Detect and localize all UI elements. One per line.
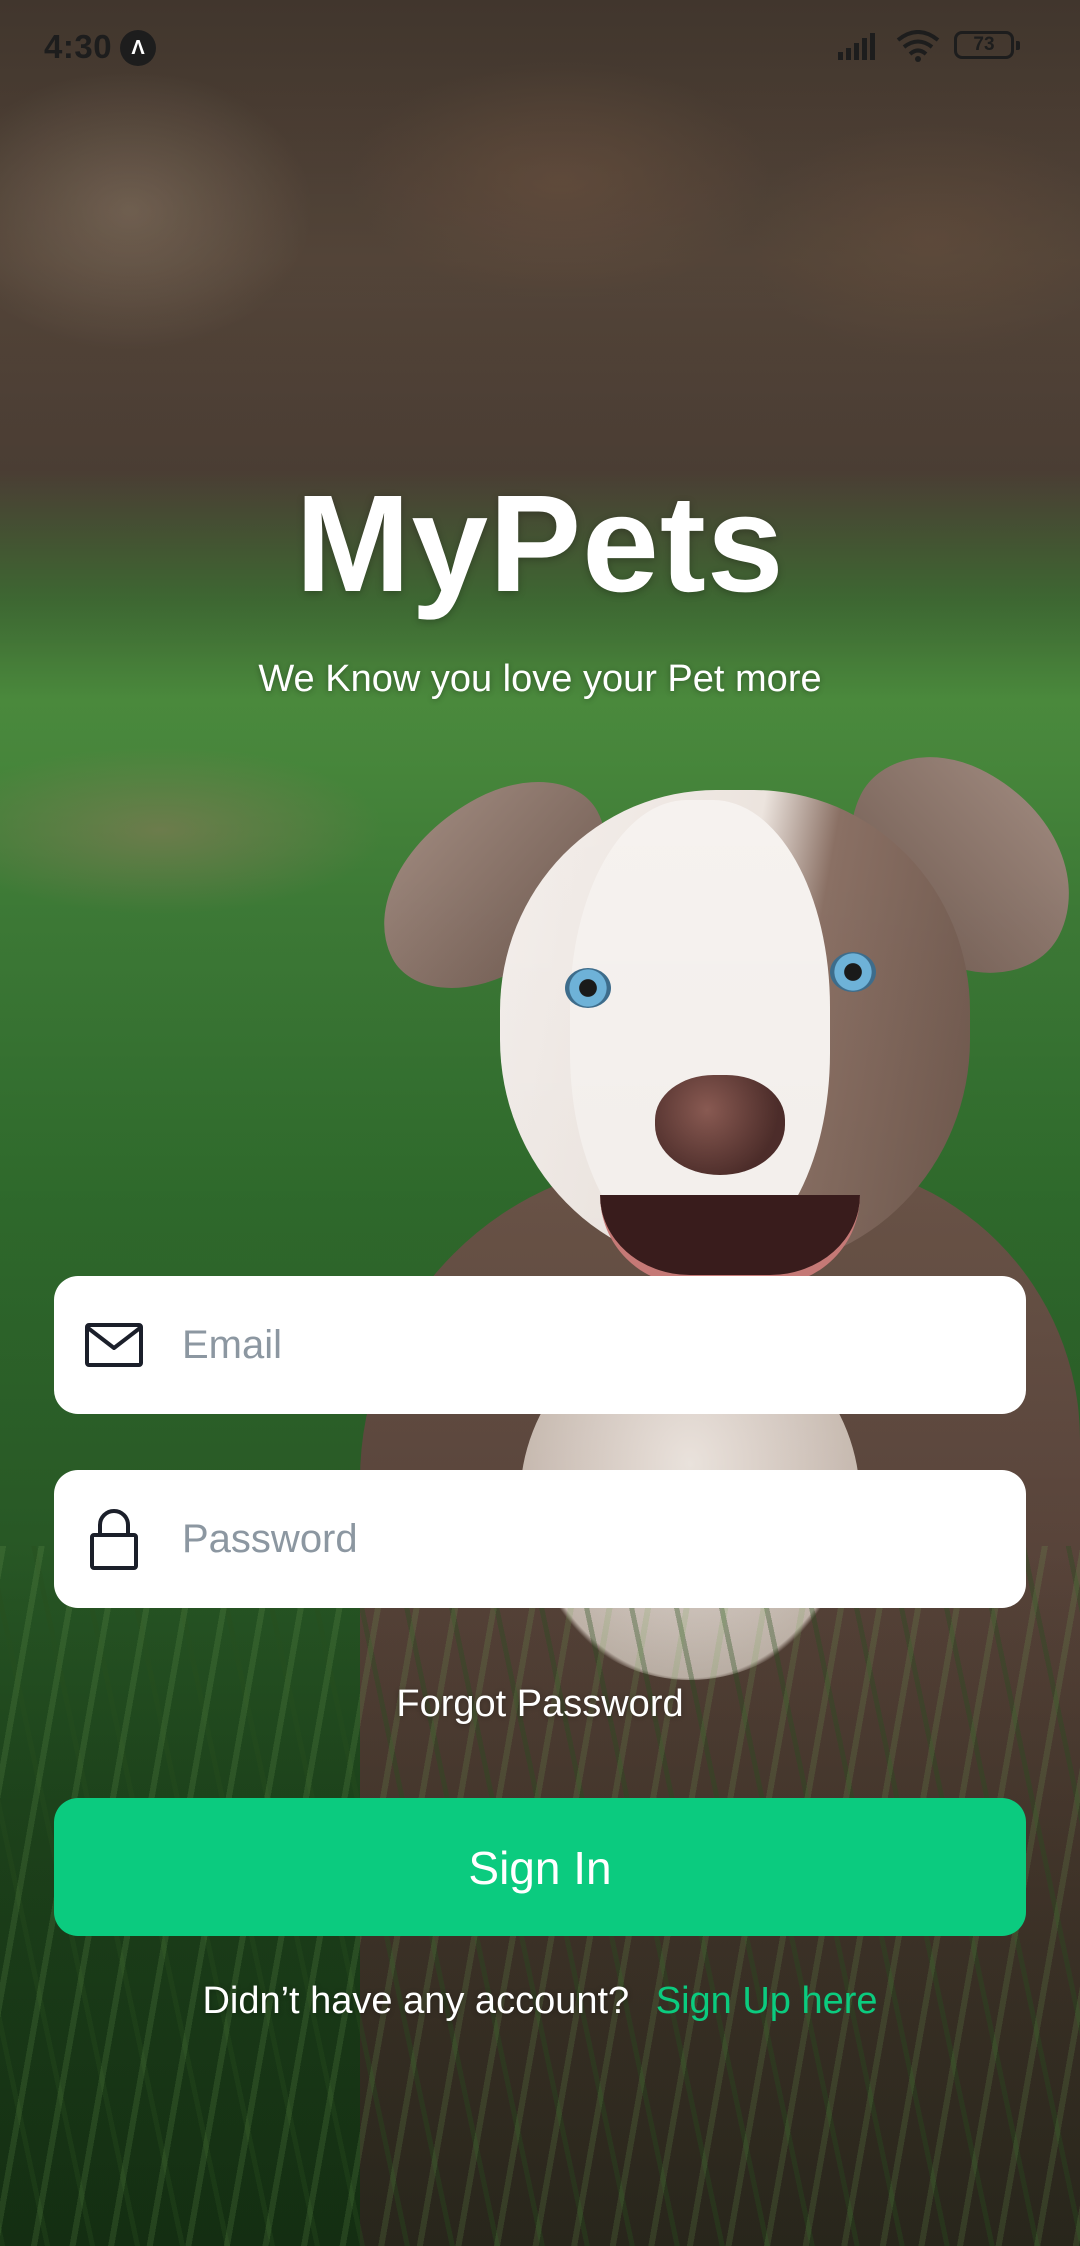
battery-level: 73 <box>973 34 995 55</box>
lock-icon <box>84 1509 144 1570</box>
battery-icon: 73 <box>954 31 1020 59</box>
login-screen: 4:30 Λ 73 MyPets We Know you love your P… <box>0 0 1080 2246</box>
email-field[interactable] <box>54 1276 1026 1414</box>
status-bar: 4:30 Λ 73 <box>0 0 1080 96</box>
password-input[interactable] <box>180 1515 944 1563</box>
notification-app-icon: Λ <box>120 30 156 66</box>
envelope-icon <box>84 1315 144 1375</box>
app-tagline: We Know you love your Pet more <box>258 658 822 700</box>
signup-prompt: Didn’t have any account? <box>202 1980 630 2022</box>
forgot-password-link[interactable]: Forgot Password <box>0 1683 1080 1726</box>
wifi-icon <box>896 30 940 62</box>
password-field[interactable] <box>54 1470 1026 1608</box>
app-title: MyPets <box>295 467 785 621</box>
sign-up-link[interactable]: Sign Up here <box>656 1980 878 2022</box>
signup-row: Didn’t have any account? Sign Up here <box>0 1980 1080 2023</box>
sign-in-button[interactable]: Sign In <box>54 1798 1026 1936</box>
status-time: 4:30 <box>44 28 113 65</box>
email-input[interactable] <box>180 1321 944 1369</box>
signal-icon <box>838 33 875 60</box>
